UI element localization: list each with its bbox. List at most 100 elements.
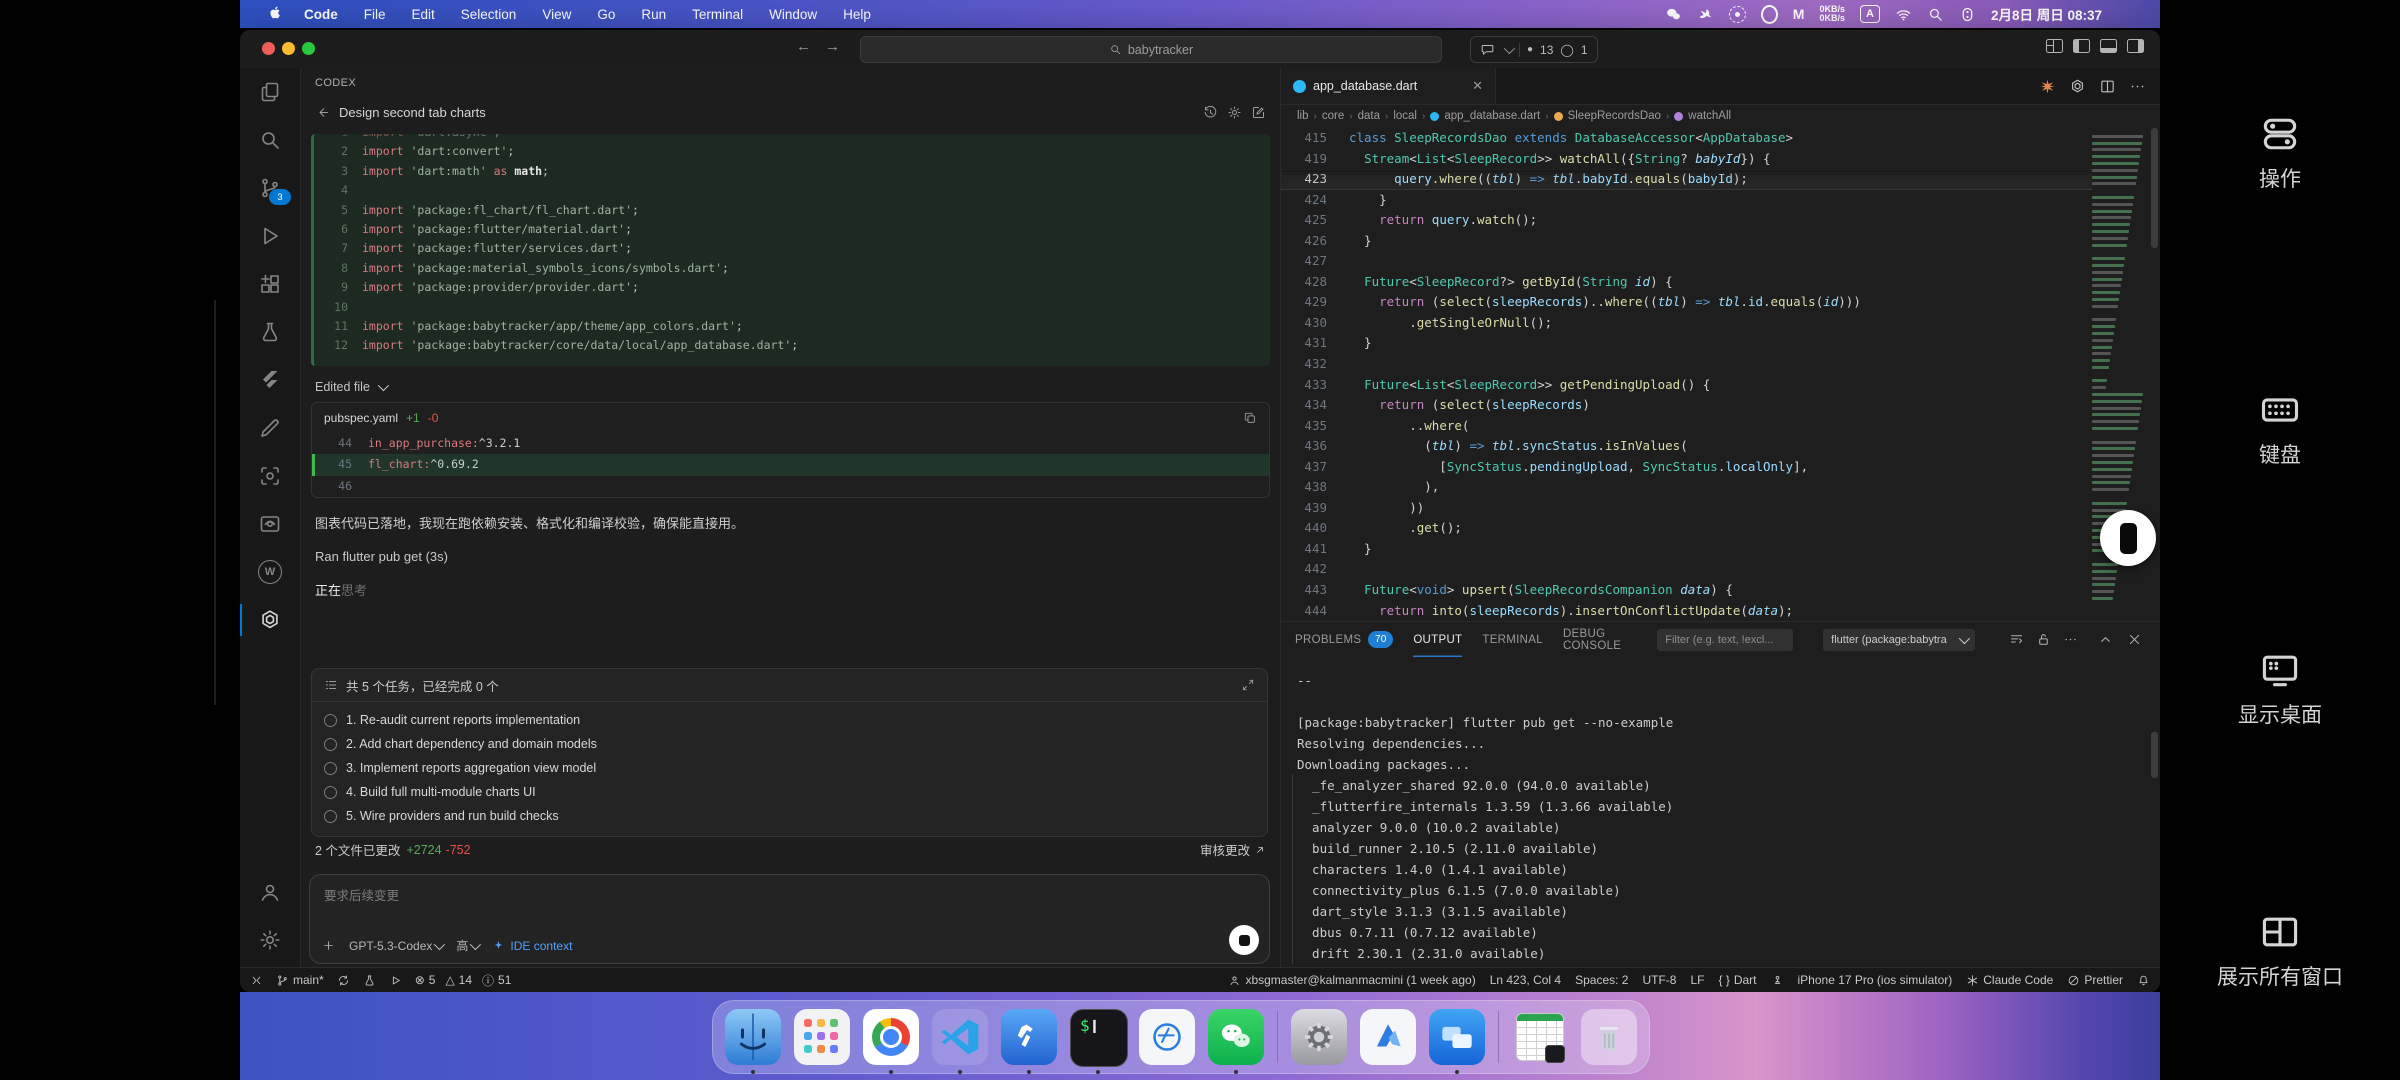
menu-item-edit[interactable]: Edit	[399, 7, 448, 22]
navigate-forward-button[interactable]: →	[825, 38, 840, 55]
input-method-indicator[interactable]: A	[1860, 5, 1880, 23]
navigate-back-button[interactable]: ←	[796, 38, 811, 55]
wechat-status-icon[interactable]	[1665, 6, 1682, 23]
screen-record-status-icon[interactable]	[1729, 6, 1746, 23]
sidebar-item-codex[interactable]	[240, 596, 300, 644]
circle-status-icon[interactable]	[1761, 5, 1778, 24]
customize-layout-icon[interactable]	[2046, 39, 2063, 53]
language-mode[interactable]: { }Dart	[1718, 973, 1756, 987]
device-selector[interactable]: iPhone 17 Pro (ios simulator)	[1798, 973, 1953, 987]
wifi-icon[interactable]	[1895, 6, 1912, 23]
maximize-panel-icon[interactable]	[2098, 632, 2113, 647]
word-wrap-icon[interactable]	[2009, 632, 2024, 647]
hot-reload-icon[interactable]	[2039, 78, 2056, 95]
thread-title[interactable]: Design second tab charts	[339, 105, 486, 120]
show-all-windows-button[interactable]: 展示所有窗口	[2160, 910, 2400, 991]
task-item[interactable]: 2. Add chart dependency and domain model…	[312, 732, 1267, 756]
prettier-item[interactable]: Prettier	[2067, 973, 2123, 987]
task-item[interactable]: 1. Re-audit current reports implementati…	[312, 708, 1267, 732]
sidebar-item-source-control[interactable]: 3	[240, 164, 300, 212]
sidebar-item-explorer[interactable]	[240, 68, 300, 116]
toggle-panel-icon[interactable]	[2100, 39, 2117, 53]
spotlight-search-icon[interactable]	[1927, 6, 1944, 23]
output-log[interactable]: -- [package:babytracker] flutter pub get…	[1297, 670, 2140, 962]
command-center-search[interactable]: babytracker	[860, 36, 1442, 63]
new-chat-icon[interactable]	[1251, 105, 1266, 120]
dock-item-wechat[interactable]	[1208, 1009, 1264, 1065]
panel-tab-terminal[interactable]: TERMINAL	[1482, 622, 1543, 657]
notifications-bell-icon[interactable]	[2137, 974, 2150, 987]
edited-file-toggle[interactable]: Edited file	[315, 380, 1266, 394]
sidebar-item-extensions[interactable]	[240, 260, 300, 308]
lock-scroll-icon[interactable]	[2036, 632, 2051, 647]
back-icon[interactable]	[315, 105, 330, 120]
menu-item-file[interactable]: File	[351, 7, 399, 22]
breadcrumb-item[interactable]: core	[1322, 110, 1344, 122]
menu-item-selection[interactable]: Selection	[448, 7, 530, 22]
minimize-window-button[interactable]	[282, 42, 295, 55]
sidebar-item-settings[interactable]	[240, 916, 300, 964]
sidebar-item-search[interactable]	[240, 116, 300, 164]
more-actions-icon[interactable]	[2063, 632, 2078, 647]
breadcrumb-item[interactable]: SleepRecordsDao	[1568, 110, 1661, 122]
task-item[interactable]: 4. Build full multi-module charts UI	[312, 780, 1267, 804]
dock-item-launchpad[interactable]	[794, 1009, 850, 1065]
menu-item-window[interactable]: Window	[756, 7, 830, 22]
sidebar-item-testing[interactable]	[240, 308, 300, 356]
diff-code-block[interactable]: 1import 'dart:async';2import 'dart:conve…	[311, 134, 1270, 366]
menu-item-code[interactable]: Code	[291, 7, 351, 22]
show-desktop-button[interactable]: 显示桌面	[2160, 648, 2400, 729]
effort-selector[interactable]: 高	[456, 937, 478, 954]
sidebar-item-run-debug[interactable]	[240, 212, 300, 260]
flutter-devtools-button[interactable]	[363, 974, 376, 987]
breadcrumb-item[interactable]: lib	[1297, 110, 1309, 122]
menu-item-go[interactable]: Go	[584, 7, 628, 22]
dock-item-hammer[interactable]	[1001, 1009, 1057, 1065]
toggle-primary-sidebar-icon[interactable]	[2073, 39, 2090, 53]
encoding-setting[interactable]: UTF-8	[1642, 973, 1676, 987]
git-blame-item[interactable]: xbsgmaster@kalmanmacmini (1 week ago)	[1228, 973, 1475, 987]
dock-item-blue-fold[interactable]	[1360, 1009, 1416, 1065]
dock-item-windows-app[interactable]	[1429, 1009, 1485, 1065]
collapse-icon[interactable]	[1241, 678, 1255, 692]
ide-context-chip[interactable]: IDE context	[492, 939, 572, 953]
diff-filename[interactable]: pubspec.yaml	[324, 411, 398, 425]
run-button[interactable]	[389, 974, 402, 987]
copy-icon[interactable]	[1243, 411, 1257, 425]
cursor-position[interactable]: Ln 423, Col 4	[1490, 973, 1561, 987]
dock-item-trash[interactable]	[1581, 1009, 1637, 1065]
more-actions-icon[interactable]	[2129, 78, 2146, 95]
problems-summary[interactable]: ⊗5 △14 ⓘ51	[415, 972, 512, 989]
network-speed-indicator[interactable]: 0KB/s0KB/s	[1819, 5, 1845, 23]
actions-button[interactable]: 操作	[2160, 112, 2400, 193]
split-editor-icon[interactable]	[2099, 78, 2116, 95]
git-branch-item[interactable]: main*	[276, 973, 324, 987]
sidebar-item-flutter[interactable]	[240, 356, 300, 404]
dock-item-downloads[interactable]	[1512, 1009, 1568, 1065]
close-panel-icon[interactable]	[2127, 632, 2142, 647]
sidebar-item-inspector[interactable]	[240, 452, 300, 500]
remote-indicator[interactable]	[250, 974, 263, 987]
history-icon[interactable]	[1203, 105, 1218, 120]
menu-bar-clock[interactable]: 2月8日 周日 08:37	[1991, 4, 2102, 24]
user-switch-icon[interactable]	[1959, 6, 1976, 23]
panel-tab-debug-console[interactable]: DEBUG CONSOLE	[1563, 622, 1621, 657]
task-item[interactable]: 5. Wire providers and run build checks	[312, 804, 1267, 828]
breadcrumb-item[interactable]: app_database.dart	[1444, 110, 1540, 122]
codex-editor-icon[interactable]	[2069, 78, 2086, 95]
menu-item-view[interactable]: View	[529, 7, 584, 22]
tab-app-database[interactable]: app_database.dart ✕	[1281, 68, 1496, 104]
dock-item-vscode[interactable]	[932, 1009, 988, 1065]
dock-item-chrome[interactable]	[863, 1009, 919, 1065]
sidebar-item-accounts[interactable]	[240, 868, 300, 916]
sidebar-item-wn[interactable]: W	[240, 548, 300, 596]
breadcrumb-item[interactable]: data	[1358, 110, 1380, 122]
breadcrumb-item[interactable]: local	[1393, 110, 1417, 122]
code-editor[interactable]: 415class SleepRecordsDao extends Databas…	[1281, 128, 2092, 622]
copilot-status-group[interactable]: ●13 ◯1	[1470, 36, 1598, 63]
apple-menu-icon[interactable]	[260, 5, 291, 24]
model-selector[interactable]: GPT-5.3-Codex	[349, 939, 442, 953]
sidebar-item-preview[interactable]	[240, 500, 300, 548]
toggle-secondary-sidebar-icon[interactable]	[2127, 39, 2144, 53]
close-window-button[interactable]	[262, 42, 275, 55]
